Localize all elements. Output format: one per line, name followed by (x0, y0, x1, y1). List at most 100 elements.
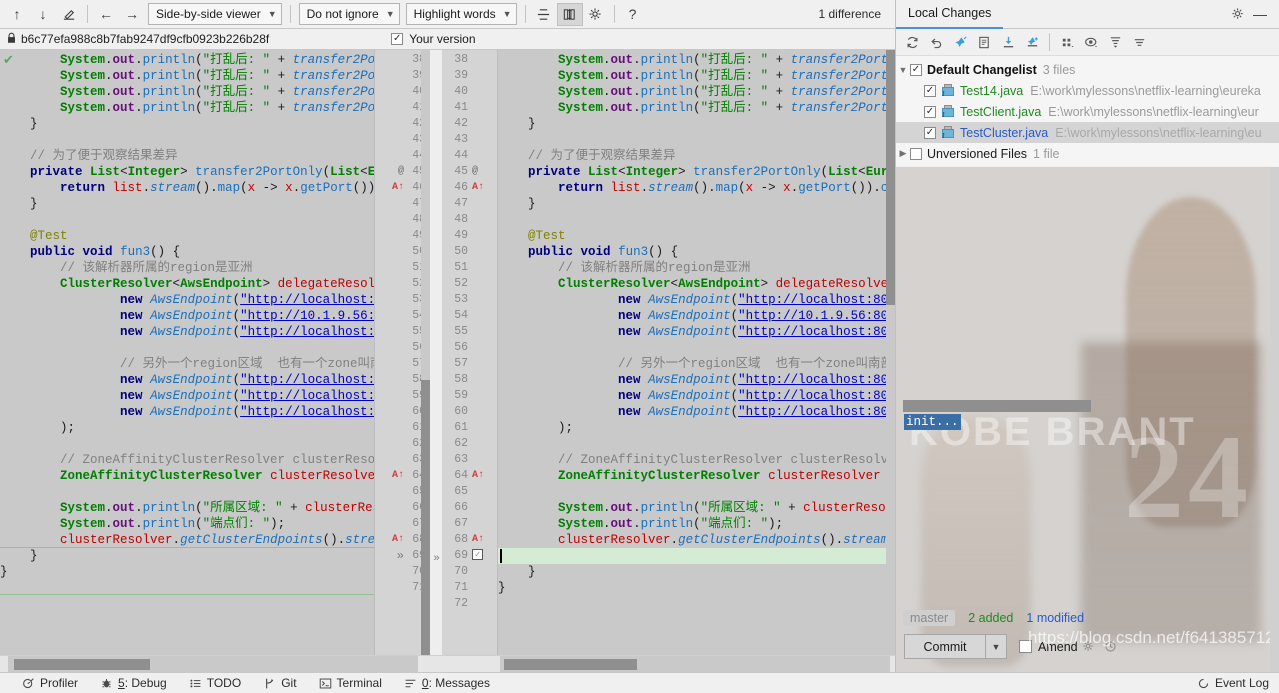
code-line[interactable]: System.out.println("所属区域: " + clusterRes… (498, 500, 895, 516)
help-icon[interactable]: ? (620, 3, 646, 26)
code-line[interactable]: } (0, 564, 430, 580)
chevron-right-icon[interactable]: ▶ (896, 148, 910, 159)
right-editor-scrollbar[interactable] (886, 50, 895, 655)
commit-message-scrollbar[interactable] (903, 400, 1091, 412)
code-line[interactable]: ClusterResolver<AwsEndpoint> delegateRes… (498, 276, 895, 292)
code-line[interactable]: } (0, 548, 430, 564)
code-line[interactable]: ); (0, 420, 430, 436)
code-line[interactable]: return list.stream().map(x -> x.getPort(… (498, 180, 895, 196)
code-line[interactable] (498, 548, 895, 564)
code-line[interactable]: clusterResolver.getClusterEndpoints().st… (498, 532, 895, 548)
code-line[interactable]: // 另外一个region区域 也有一个zone叫南部 (0, 356, 430, 372)
code-line[interactable]: new AwsEndpoint("http://localhost:8080/ (498, 324, 895, 340)
create-patch-icon[interactable] (972, 31, 996, 53)
code-line[interactable]: } (498, 116, 895, 132)
code-line[interactable]: private List<Integer> transfer2PortOnly(… (0, 164, 430, 180)
code-line[interactable]: new AwsEndpoint("http://localhost:808 (0, 292, 430, 308)
code-line[interactable]: System.out.println("打乱后: " + transfer2Po… (0, 84, 430, 100)
commit-message-text[interactable]: init... (904, 414, 961, 430)
code-line[interactable] (498, 340, 895, 356)
synchronize-scrolling-icon[interactable] (557, 3, 583, 26)
status-item-messages[interactable]: 0: Messages (404, 676, 490, 690)
accept-change-icon[interactable]: » (397, 548, 404, 564)
commit-message-area[interactable]: 24 KOBE BRANT init... master 2 added 1 m… (896, 167, 1279, 672)
code-line[interactable]: @Test (498, 228, 895, 244)
edit-icon[interactable] (56, 3, 82, 26)
code-line[interactable]: private List<Integer> transfer2PortOnly(… (498, 164, 895, 180)
tree-row-file[interactable]: J Test14.java E:\work\mylessons\netflix-… (896, 80, 1279, 101)
annotation-marker-icon[interactable]: @ (398, 164, 404, 180)
code-line[interactable] (0, 436, 430, 452)
code-line[interactable]: } (0, 116, 430, 132)
code-line[interactable]: System.out.println("端点们: "); (0, 516, 430, 532)
code-line[interactable]: } (498, 580, 895, 596)
right-editor-hscrollbar[interactable] (500, 656, 890, 673)
changelist-checkbox[interactable] (910, 64, 922, 76)
code-line[interactable]: // 为了便于观察结果差异 (498, 148, 895, 164)
previous-difference-icon[interactable]: ↑ (4, 3, 30, 26)
gear-icon[interactable] (583, 3, 609, 26)
code-line[interactable]: // 该解析器所属的region是亚洲 (0, 260, 430, 276)
code-line[interactable]: // 该解析器所属的region是亚洲 (498, 260, 895, 276)
unversioned-checkbox[interactable] (910, 148, 922, 160)
local-changes-scrollbar[interactable] (1270, 167, 1279, 672)
code-line[interactable]: // 另外一个region区域 也有一个zone叫南部 (498, 356, 895, 372)
status-item-debug[interactable]: 5: Debug (100, 676, 167, 690)
inspection-warning-icon[interactable]: A↑ (472, 468, 484, 484)
inspection-warning-icon[interactable]: A↑ (392, 468, 404, 484)
code-line[interactable]: // 为了便于观察结果差异 (0, 148, 430, 164)
chevron-down-icon[interactable]: ▼ (896, 65, 910, 75)
code-line[interactable] (498, 132, 895, 148)
left-editor-hscrollbar-thumb[interactable] (14, 659, 150, 670)
code-line[interactable]: return list.stream().map(x -> x.getPort(… (0, 180, 430, 196)
minimize-icon[interactable]: — (1249, 3, 1271, 26)
inspection-warning-icon[interactable]: A↑ (472, 180, 484, 196)
left-editor-scrollbar[interactable] (421, 50, 430, 655)
preview-diff-icon[interactable] (1079, 31, 1103, 53)
code-line[interactable]: System.out.println("端点们: "); (498, 516, 895, 532)
commit-message-input[interactable]: init... (896, 400, 1279, 436)
code-line[interactable]: new AwsEndpoint("http://localhost:808 (0, 388, 430, 404)
code-line[interactable]: System.out.println("打乱后: " + transfer2Po… (498, 84, 895, 100)
get-from-vcs-icon[interactable] (996, 31, 1020, 53)
code-line[interactable]: } (498, 564, 895, 580)
file-checkbox[interactable] (924, 127, 936, 139)
group-by-icon[interactable] (1055, 31, 1079, 53)
code-line[interactable]: new AwsEndpoint("http://localhost:8080/ (498, 388, 895, 404)
code-line[interactable] (0, 132, 430, 148)
code-line[interactable]: } (498, 196, 895, 212)
code-line[interactable]: @Test (0, 228, 430, 244)
shelve-changes-icon[interactable] (1020, 31, 1044, 53)
code-line[interactable]: System.out.println("打乱后: " + transfer2Po… (498, 68, 895, 84)
code-line[interactable]: } (0, 196, 430, 212)
code-line[interactable]: new AwsEndpoint("http://localhost:8080/ (498, 292, 895, 308)
gear-icon[interactable] (1227, 3, 1249, 26)
code-line[interactable] (0, 340, 430, 356)
rollback-icon[interactable] (924, 31, 948, 53)
code-line[interactable]: System.out.println("打乱后: " + transfer2Po… (0, 68, 430, 84)
code-line[interactable] (498, 484, 895, 500)
left-editor-hscrollbar[interactable] (8, 656, 418, 673)
right-editor-pane[interactable]: 3839404142434445@46A↑4748495051525354555… (442, 50, 895, 655)
code-line[interactable]: System.out.println("打乱后: " + transfer2Po… (0, 52, 430, 68)
code-line[interactable]: new AwsEndpoint("http://10.1.9.56:808 (0, 308, 430, 324)
file-checkbox[interactable] (924, 85, 936, 97)
next-difference-icon[interactable]: ↓ (30, 3, 56, 26)
code-line[interactable] (0, 484, 430, 500)
code-line[interactable]: new AwsEndpoint("http://localhost:8080/ (498, 404, 895, 420)
refresh-icon[interactable] (900, 31, 924, 53)
ignore-policy-select[interactable]: Do not ignore ▼ (299, 3, 400, 25)
shelve-silently-icon[interactable] (948, 31, 972, 53)
commit-button[interactable]: Commit (904, 634, 986, 659)
code-line[interactable]: ); (498, 420, 895, 436)
your-version-checkbox-box[interactable] (391, 33, 403, 45)
code-line[interactable] (0, 212, 430, 228)
code-line[interactable]: System.out.println("打乱后: " + transfer2Po… (498, 52, 895, 68)
code-line[interactable] (498, 212, 895, 228)
code-line[interactable]: // ZoneAffinityClusterResolver clusterRe… (498, 452, 895, 468)
tree-row-file[interactable]: J TestClient.java E:\work\mylessons\netf… (896, 101, 1279, 122)
code-line[interactable]: ZoneAffinityClusterResolver clusterResol… (0, 468, 430, 484)
right-editor-scrollbar-thumb[interactable] (886, 50, 895, 305)
code-line[interactable]: new AwsEndpoint("http://localhost:808 (0, 404, 430, 420)
expand-all-icon[interactable] (1103, 31, 1127, 53)
